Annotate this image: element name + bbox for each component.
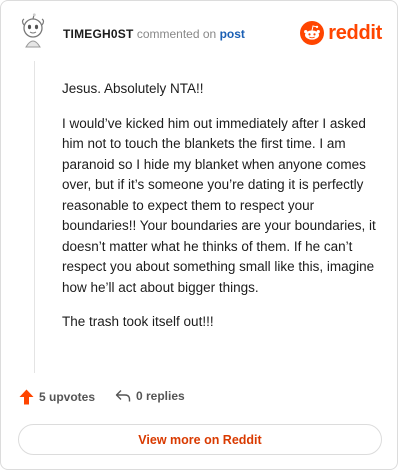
- comment-byline: TIMEGH0ST commented on post: [63, 27, 245, 41]
- upvote-button[interactable]: 5 upvotes: [19, 389, 95, 405]
- comment-body: Jesus. Absolutely NTA!! I would’ve kicke…: [62, 79, 384, 347]
- upvote-count: 5 upvotes: [39, 390, 96, 404]
- comment-header: TIMEGH0ST commented on post reddit: [1, 1, 397, 65]
- reddit-logo[interactable]: reddit: [300, 21, 382, 45]
- comment-paragraph: Jesus. Absolutely NTA!!: [62, 81, 204, 96]
- post-link[interactable]: post: [220, 27, 245, 41]
- comment-paragraph: I would’ve kicked him out immediately af…: [62, 115, 376, 295]
- reply-arrow-icon: [115, 390, 131, 402]
- reddit-snoo-icon: [300, 21, 325, 45]
- comment-paragraph: The trash took itself out!!!: [62, 314, 214, 329]
- action-text: commented on: [136, 27, 217, 41]
- username[interactable]: TIMEGH0ST: [63, 27, 133, 41]
- reply-button[interactable]: 0 replies: [115, 389, 185, 403]
- avatar[interactable]: [19, 13, 47, 51]
- comment-footer: 5 upvotes 0 replies: [1, 389, 397, 411]
- comment-embed-card: TIMEGH0ST commented on post reddit Jesus…: [0, 0, 398, 470]
- reply-count: 0 replies: [136, 389, 185, 403]
- thread-line: [34, 61, 35, 373]
- view-more-button[interactable]: View more on Reddit: [18, 424, 382, 455]
- arrow-up-icon: [19, 389, 34, 405]
- reddit-wordmark: reddit: [328, 21, 382, 44]
